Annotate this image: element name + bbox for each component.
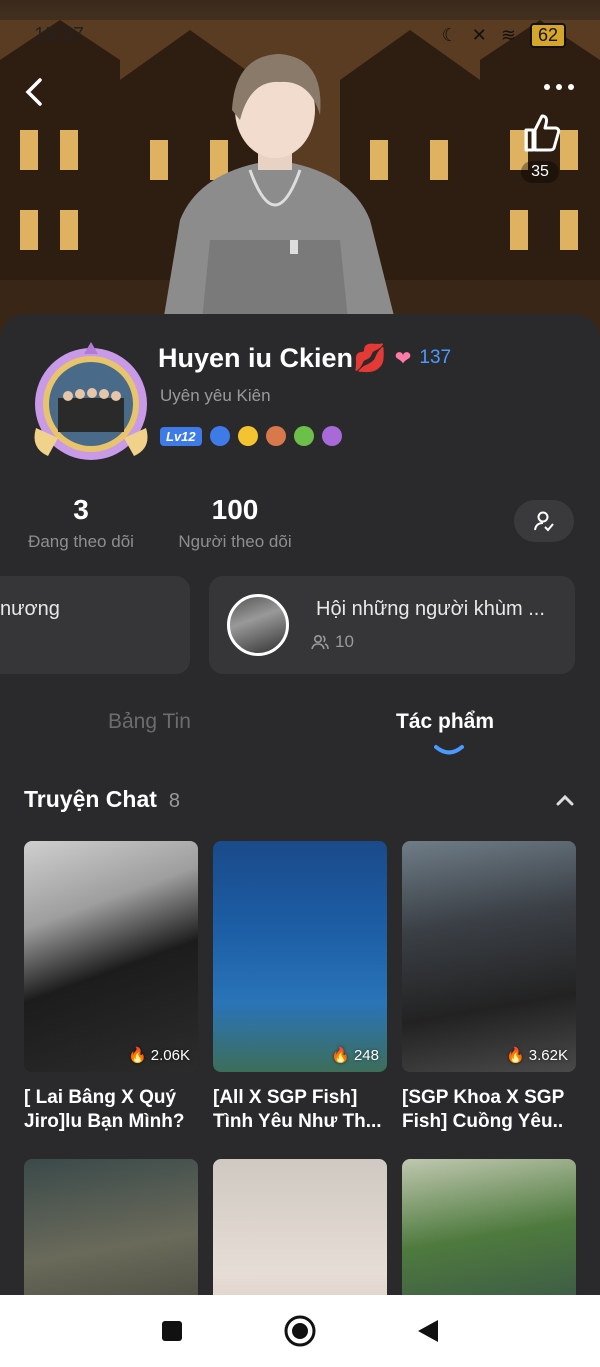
view-count: 🔥 3.62K	[506, 1046, 568, 1065]
followers-label: Người theo dõi	[178, 532, 292, 551]
mute-icon: ✕	[471, 24, 487, 45]
home-icon[interactable]	[283, 1314, 317, 1348]
tab-works[interactable]: Tác phẩm	[396, 710, 494, 734]
like-button[interactable]: 35	[516, 110, 564, 183]
fire-icon: 🔥	[506, 1047, 525, 1064]
story-title: [All X SGP Fish] Tình Yêu Như Th...	[213, 1087, 382, 1132]
profile-subname: Uyên yêu Kiên	[160, 386, 271, 405]
following-label: Đang theo dõi	[28, 532, 134, 551]
stats-row: 3 Đang theo dõi 100 Người theo dõi	[0, 494, 308, 552]
group-member-count: 10	[335, 632, 354, 651]
wifi-icon: ≋	[500, 24, 516, 45]
chevron-up-icon[interactable]	[556, 794, 574, 806]
group-list: nương Hội những người khùm ... 10	[0, 576, 600, 674]
profile-avatar[interactable]	[28, 338, 154, 464]
group-thumbnail	[227, 594, 289, 656]
members-icon	[311, 634, 329, 650]
system-nav-bar	[0, 1295, 600, 1367]
back-icon[interactable]	[20, 76, 50, 108]
group-title: nương	[0, 598, 60, 620]
like-count: 35	[521, 161, 559, 183]
heart-count: 137	[419, 347, 452, 368]
profile-name: Huyen iu Ckien💋	[158, 343, 387, 373]
level-badge[interactable]: Lv12	[160, 426, 202, 446]
story-thumbnail: 🔥 248	[213, 841, 387, 1072]
section-count: 8	[168, 790, 181, 812]
view-count: 🔥 248	[331, 1046, 379, 1065]
section-title: Truyện Chat	[24, 786, 157, 812]
story-card[interactable]: 🔥 3.62K [SGP Khoa X SGP Fish] Cuồng Yêu..	[402, 841, 576, 1134]
recent-apps-icon[interactable]	[160, 1319, 184, 1343]
badge-row: Lv12	[160, 426, 342, 446]
fire-icon: 🔥	[128, 1047, 147, 1064]
story-thumbnail: 🔥 3.62K	[402, 841, 576, 1072]
section-header: Truyện Chat 8	[24, 786, 180, 813]
tab-feed[interactable]: Bảng Tin	[108, 710, 191, 734]
diamond-badge-icon[interactable]	[209, 426, 230, 446]
tab-bar: Bảng Tin Tác phẩm	[0, 710, 600, 770]
sun-badge-icon[interactable]	[237, 426, 258, 446]
fire-icon: 🔥	[331, 1047, 350, 1064]
name-row: Huyen iu Ckien💋 ❤ 137	[158, 342, 451, 374]
user-check-icon	[534, 511, 554, 532]
following-stat[interactable]: 3 Đang theo dõi	[0, 494, 162, 552]
medal-badge-icon[interactable]	[265, 426, 286, 446]
group-card[interactable]: nương	[0, 576, 190, 674]
battery-icon: 62	[529, 22, 566, 48]
story-title: [SGP Khoa X SGP Fish] Cuồng Yêu..	[402, 1087, 564, 1132]
heart-icon: ❤	[394, 347, 412, 370]
view-count: 🔥 2.06K	[128, 1046, 190, 1065]
moon-icon: ☾	[441, 24, 458, 45]
more-options-icon[interactable]	[544, 84, 574, 90]
profile-card: Huyen iu Ckien💋 ❤ 137 Uyên yêu Kiên Lv12…	[0, 314, 600, 1367]
thumbs-up-icon	[524, 114, 561, 152]
character-avatar	[160, 54, 400, 340]
status-time: 15:27	[34, 23, 85, 46]
following-count: 3	[73, 494, 89, 525]
group-card[interactable]: Hội những người khùm ... 10	[209, 576, 575, 674]
followers-count: 100	[211, 494, 259, 525]
follow-button[interactable]	[514, 500, 574, 542]
followers-stat[interactable]: 100 Người theo dõi	[162, 494, 308, 552]
story-card[interactable]: 🔥 248 [All X SGP Fish] Tình Yêu Như Th...	[213, 841, 387, 1134]
cube-badge-icon[interactable]	[321, 426, 342, 446]
profile-banner: 15:27 ☾ ✕ ≋ 62 35	[0, 0, 600, 340]
gem-badge-icon[interactable]	[293, 426, 314, 446]
tab-indicator	[434, 745, 464, 755]
group-members: 10	[311, 632, 354, 652]
group-title: Hội những người khùm ...	[316, 598, 545, 620]
status-icons: ☾ ✕ ≋ 62	[441, 22, 566, 48]
story-thumbnail: 🔥 2.06K	[24, 841, 198, 1072]
story-card[interactable]: 🔥 2.06K [ Lai Bâng X Quý Jiro]lu Bạn Mình…	[24, 841, 198, 1134]
story-title: [ Lai Bâng X Quý Jiro]lu Bạn Mình?	[24, 1087, 185, 1132]
back-nav-icon[interactable]	[416, 1318, 440, 1344]
